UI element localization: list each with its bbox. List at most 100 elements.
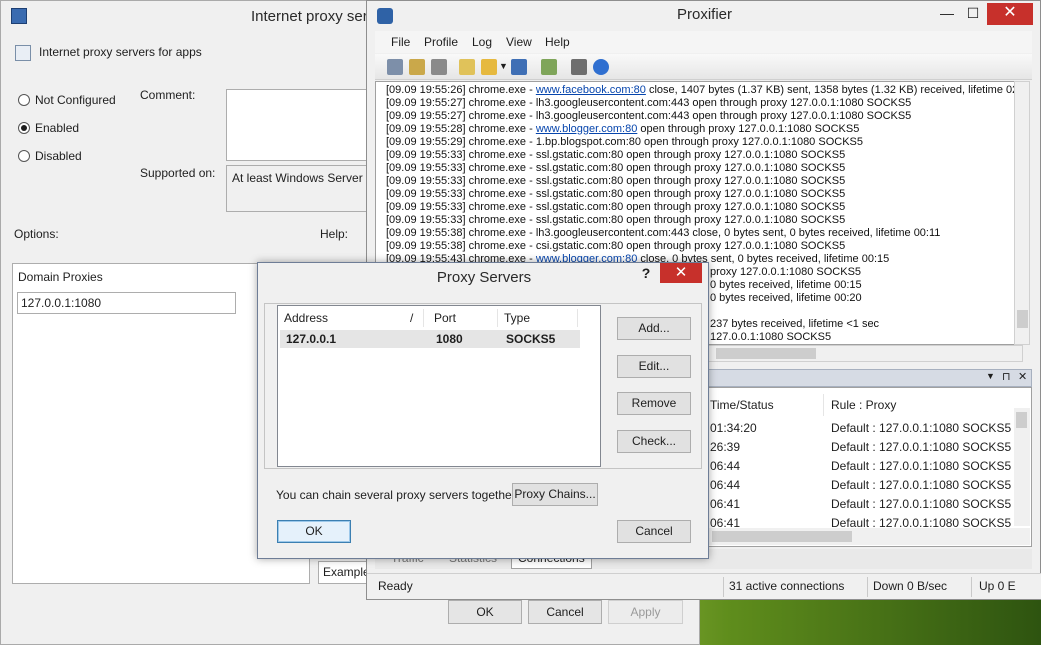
column-divider bbox=[423, 309, 424, 327]
connection-rule: Default : 127.0.0.1:1080 SOCKS5 bbox=[831, 440, 1012, 454]
connections-horizontal-scrollbar[interactable] bbox=[708, 528, 1030, 545]
rules-icon[interactable] bbox=[541, 59, 557, 75]
column-type[interactable]: Type bbox=[504, 311, 530, 325]
sort-indicator-icon: / bbox=[410, 311, 414, 325]
log-line: 127.0.0.1:1080 SOCKS5 bbox=[710, 331, 832, 343]
log-text: [09.09 19:55:33] chrome.exe - ssl.gstati… bbox=[386, 149, 846, 161]
menu-file[interactable]: File bbox=[391, 35, 410, 49]
connection-time: 06:44 bbox=[710, 459, 741, 473]
open-profile-icon[interactable] bbox=[481, 59, 497, 75]
proxy-server-list[interactable]: Address / Port Type 127.0.0.1 1080 SOCKS… bbox=[277, 305, 601, 467]
connections-vertical-scrollbar[interactable] bbox=[1014, 408, 1030, 526]
proxy-port: 1080 bbox=[436, 332, 463, 346]
log-link[interactable]: www.facebook.com:80 bbox=[536, 84, 646, 96]
status-separator bbox=[723, 577, 724, 597]
add-proxy-button[interactable]: Add... bbox=[617, 317, 691, 340]
log-line: [09.09 19:55:33] chrome.exe - ssl.gstati… bbox=[386, 188, 845, 201]
options-label: Options: bbox=[14, 227, 59, 241]
log-hscroll-thumb[interactable] bbox=[716, 348, 816, 359]
panel-dropdown-icon[interactable]: ▼ bbox=[986, 371, 995, 381]
radio-enabled[interactable] bbox=[18, 122, 30, 134]
panel-pin-icon[interactable]: ⊓ bbox=[1002, 370, 1011, 383]
policy-apply-button[interactable]: Apply bbox=[608, 600, 683, 624]
log-vertical-scrollbar[interactable] bbox=[1014, 81, 1030, 345]
dialog-cancel-button[interactable]: Cancel bbox=[617, 520, 691, 543]
log-line: [09.09 19:55:26] chrome.exe - www.facebo… bbox=[386, 84, 1022, 97]
column-address[interactable]: Address bbox=[284, 311, 328, 325]
policy-app-icon bbox=[11, 8, 27, 24]
radio-enabled-label[interactable]: Enabled bbox=[35, 121, 79, 135]
comment-textarea[interactable] bbox=[226, 89, 371, 161]
comment-label: Comment: bbox=[140, 88, 196, 102]
menu-bar: File Profile Log View Help bbox=[375, 31, 1032, 53]
log-line: [09.09 19:55:33] chrome.exe - ssl.gstati… bbox=[386, 149, 845, 162]
log-line: [09.09 19:55:29] chrome.exe - 1.bp.blogs… bbox=[386, 136, 863, 149]
log-text: [09.09 19:55:33] chrome.exe - ssl.gstati… bbox=[386, 162, 846, 174]
log-line: [09.09 19:55:33] chrome.exe - ssl.gstati… bbox=[386, 162, 845, 175]
dialog-ok-button[interactable]: OK bbox=[277, 520, 351, 543]
dialog-close-button[interactable]: ✕ bbox=[660, 263, 702, 283]
log-text: open through proxy 127.0.0.1:1080 SOCKS5 bbox=[637, 123, 860, 135]
menu-help[interactable]: Help bbox=[545, 35, 570, 49]
log-text: [09.09 19:55:38] chrome.exe - csi.gstati… bbox=[386, 240, 846, 252]
log-line: [09.09 19:55:33] chrome.exe - ssl.gstati… bbox=[386, 201, 845, 214]
log-line: [09.09 19:55:27] chrome.exe - lh3.google… bbox=[386, 97, 911, 110]
radio-not-configured-label[interactable]: Not Configured bbox=[35, 93, 116, 107]
menu-log[interactable]: Log bbox=[472, 35, 492, 49]
menu-profile[interactable]: Profile bbox=[424, 35, 458, 49]
maximize-button[interactable]: ☐ bbox=[959, 3, 987, 25]
toolbar: ▼ bbox=[375, 54, 1032, 80]
proxy-chains-button[interactable]: Proxy Chains... bbox=[512, 483, 598, 506]
policy-ok-button[interactable]: OK bbox=[448, 600, 522, 624]
log-line: 0 bytes received, lifetime 00:20 bbox=[710, 292, 862, 304]
log-text: [09.09 19:55:33] chrome.exe - ssl.gstati… bbox=[386, 175, 846, 187]
connections-hscroll-thumb[interactable] bbox=[712, 531, 852, 542]
proxy-address: 127.0.0.1 bbox=[286, 332, 337, 346]
connection-rule: Default : 127.0.0.1:1080 SOCKS5 bbox=[831, 421, 1012, 435]
panel-close-icon[interactable]: ✕ bbox=[1018, 370, 1027, 383]
column-rule-proxy[interactable]: Rule : Proxy bbox=[831, 398, 896, 412]
menu-view[interactable]: View bbox=[506, 35, 532, 49]
save-profile-icon[interactable] bbox=[511, 59, 527, 75]
log-text: [09.09 19:55:26] chrome.exe - bbox=[386, 84, 536, 96]
supported-on-label: Supported on: bbox=[140, 166, 216, 180]
edit-proxy-button[interactable]: Edit... bbox=[617, 355, 691, 378]
radio-not-configured[interactable] bbox=[18, 94, 30, 106]
proxy-servers-dialog: Proxy Servers ? ✕ Address / Port Type 12… bbox=[257, 262, 709, 559]
log-link[interactable]: www.blogger.com:80 bbox=[536, 123, 638, 135]
log-icon[interactable] bbox=[409, 59, 425, 75]
new-profile-icon[interactable] bbox=[459, 59, 475, 75]
log-text: [09.09 19:55:38] chrome.exe - lh3.google… bbox=[386, 227, 941, 239]
connections-icon[interactable] bbox=[387, 59, 403, 75]
close-button[interactable]: ✕ bbox=[987, 3, 1033, 25]
dropdown-arrow-icon[interactable]: ▼ bbox=[499, 61, 508, 71]
column-port[interactable]: Port bbox=[434, 311, 456, 325]
column-time-status[interactable]: Time/Status bbox=[710, 398, 774, 412]
print-icon[interactable] bbox=[571, 59, 587, 75]
log-vscroll-thumb[interactable] bbox=[1017, 310, 1028, 328]
chain-hint-text: You can chain several proxy servers toge… bbox=[276, 488, 520, 502]
radio-disabled[interactable] bbox=[18, 150, 30, 162]
status-ready: Ready bbox=[378, 579, 413, 593]
policy-name: Internet proxy servers for apps bbox=[39, 45, 202, 59]
policy-cancel-button[interactable]: Cancel bbox=[528, 600, 602, 624]
log-text: [09.09 19:55:33] chrome.exe - ssl.gstati… bbox=[386, 188, 846, 200]
minimize-button[interactable]: — bbox=[933, 3, 961, 25]
radio-disabled-label[interactable]: Disabled bbox=[35, 149, 82, 163]
dotcom-icon[interactable] bbox=[431, 59, 447, 75]
connection-time: 01:34:20 bbox=[710, 421, 757, 435]
log-line: [09.09 19:55:33] chrome.exe - ssl.gstati… bbox=[386, 175, 845, 188]
connection-rule: Default : 127.0.0.1:1080 SOCKS5 bbox=[831, 478, 1012, 492]
dialog-help-icon[interactable]: ? bbox=[638, 265, 654, 283]
check-proxy-button[interactable]: Check... bbox=[617, 430, 691, 453]
status-separator bbox=[867, 577, 868, 597]
column-divider bbox=[823, 394, 824, 416]
connection-time: 06:44 bbox=[710, 478, 741, 492]
log-line: [09.09 19:55:38] chrome.exe - lh3.google… bbox=[386, 227, 940, 240]
domain-proxies-input[interactable]: 127.0.0.1:1080 bbox=[17, 292, 236, 314]
remove-proxy-button[interactable]: Remove bbox=[617, 392, 691, 415]
status-bar: Ready 31 active connections Down 0 B/sec… bbox=[367, 573, 1041, 599]
connections-vscroll-thumb[interactable] bbox=[1016, 412, 1027, 428]
help-icon[interactable] bbox=[593, 59, 609, 75]
log-text: [09.09 19:55:33] chrome.exe - ssl.gstati… bbox=[386, 201, 846, 213]
